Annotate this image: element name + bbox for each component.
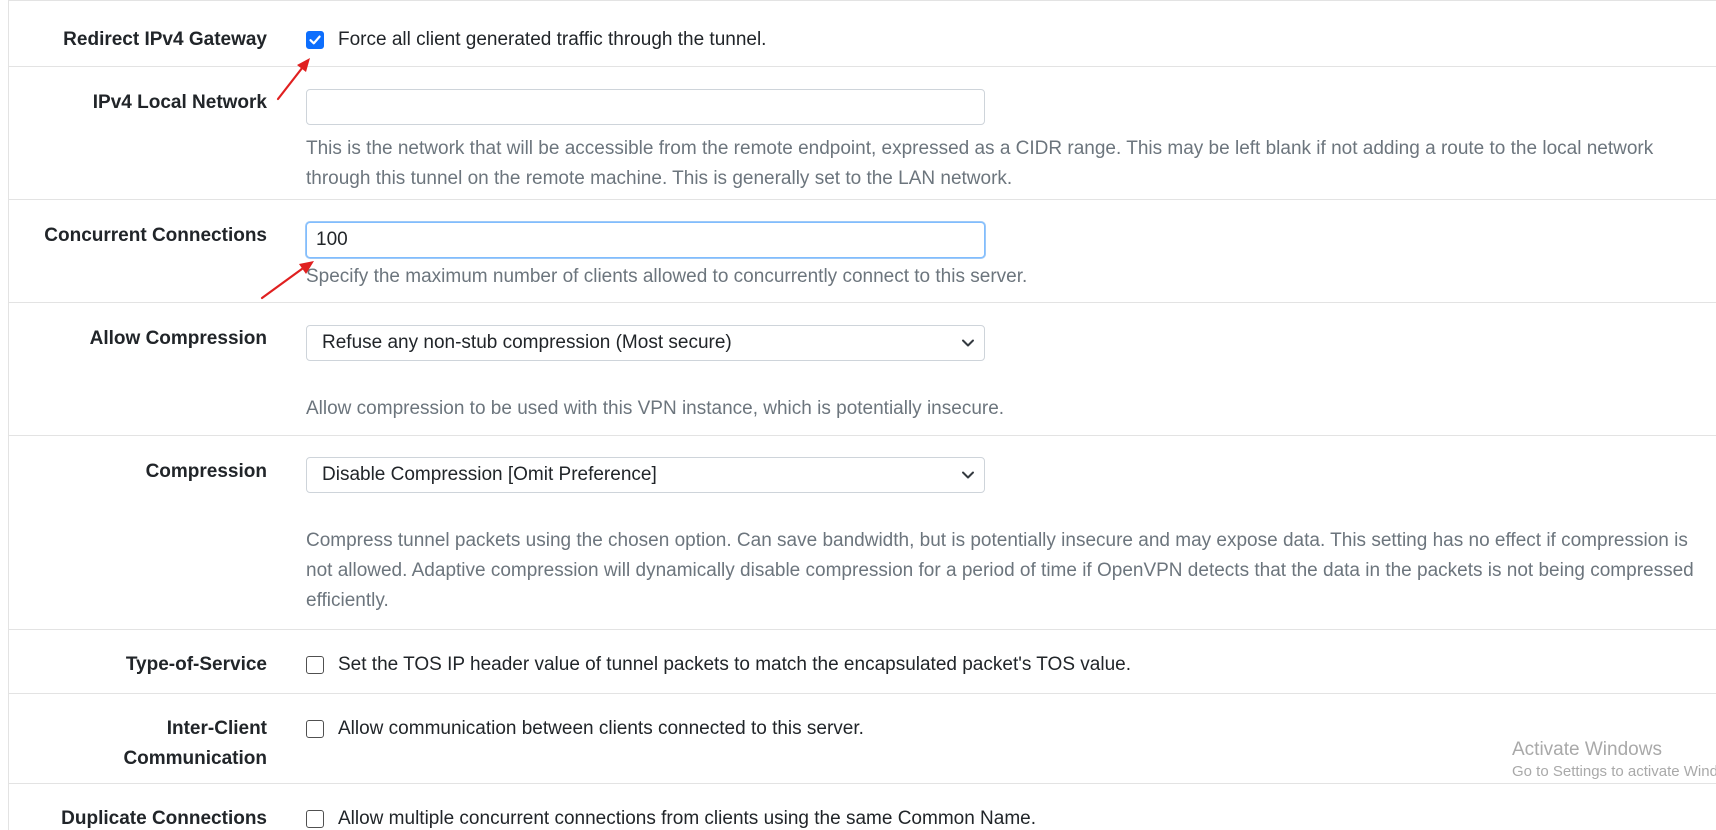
duplicate-option: Allow multiple concurrent connections fr… — [306, 804, 1701, 830]
field-label: Redirect IPv4 Gateway — [63, 29, 267, 50]
field-label: Concurrent Connections — [44, 225, 267, 246]
ipv4-local-network-help: This is the network that will be accessi… — [306, 138, 1654, 189]
tos-option: Set the TOS IP header value of tunnel pa… — [306, 650, 1701, 680]
row-inter-client-communication: Inter-Client Communication Allow communi… — [9, 694, 1716, 784]
row-ipv4-local-network: IPv4 Local Network This is the network t… — [9, 67, 1716, 200]
windows-activation-watermark: Activate Windows Go to Settings to activ… — [1512, 738, 1716, 782]
tos-checkbox[interactable] — [306, 656, 324, 674]
duplicate-checkbox-label[interactable]: Allow multiple concurrent connections fr… — [338, 804, 1036, 830]
compression-selected-value: Disable Compression [Omit Preference] — [322, 464, 657, 485]
allow-compression-selected-value: Refuse any non-stub compression (Most se… — [322, 332, 732, 353]
field-label-line2: Communication — [123, 748, 267, 769]
ipv4-local-network-input[interactable] — [306, 89, 985, 125]
chevron-down-icon — [962, 339, 974, 347]
field-label: Allow Compression — [89, 328, 267, 349]
tos-checkbox-label[interactable]: Set the TOS IP header value of tunnel pa… — [338, 650, 1131, 680]
row-redirect-ipv4-gateway: Redirect IPv4 Gateway Force all client g… — [9, 1, 1716, 67]
inter-client-option: Allow communication between clients conn… — [306, 714, 1701, 744]
field-label: Type-of-Service — [125, 654, 267, 675]
row-type-of-service: Type-of-Service Set the TOS IP header va… — [9, 630, 1716, 694]
row-duplicate-connections: Duplicate Connections Allow multiple con… — [9, 784, 1716, 830]
chevron-down-icon — [962, 471, 974, 479]
field-label: IPv4 Local Network — [92, 92, 267, 113]
inter-client-checkbox[interactable] — [306, 720, 324, 738]
concurrent-connections-help: Specify the maximum number of clients al… — [306, 266, 1028, 287]
redirect-gateway-option: Force all client generated traffic throu… — [306, 25, 1701, 55]
red-arrow-icon — [260, 261, 314, 300]
inter-client-checkbox-label[interactable]: Allow communication between clients conn… — [338, 714, 864, 744]
row-allow-compression: Allow Compression Refuse any non-stub co… — [9, 303, 1716, 436]
row-compression: Compression Disable Compression [Omit Pr… — [9, 436, 1716, 630]
check-icon — [309, 35, 321, 45]
watermark-title: Activate Windows — [1512, 739, 1662, 760]
duplicate-checkbox[interactable] — [306, 810, 324, 828]
allow-compression-help: Allow compression to be used with this V… — [306, 398, 1005, 419]
openvpn-server-settings-panel: Redirect IPv4 Gateway Force all client g… — [8, 0, 1716, 830]
redirect-gateway-checkbox[interactable] — [306, 31, 324, 49]
field-label: Duplicate Connections — [61, 808, 267, 829]
field-label: Inter-Client Communication — [17, 714, 267, 774]
red-arrow-icon — [276, 58, 310, 101]
field-label-line1: Inter-Client — [166, 718, 267, 739]
field-label: Compression — [145, 461, 267, 482]
compression-select[interactable]: Disable Compression [Omit Preference] — [306, 457, 985, 493]
allow-compression-select[interactable]: Refuse any non-stub compression (Most se… — [306, 325, 985, 361]
concurrent-connections-input[interactable] — [306, 222, 985, 258]
compression-help: Compress tunnel packets using the chosen… — [306, 530, 1694, 611]
watermark-subtitle: Go to Settings to activate Windows. — [1512, 763, 1716, 780]
redirect-gateway-checkbox-label[interactable]: Force all client generated traffic throu… — [338, 25, 766, 55]
